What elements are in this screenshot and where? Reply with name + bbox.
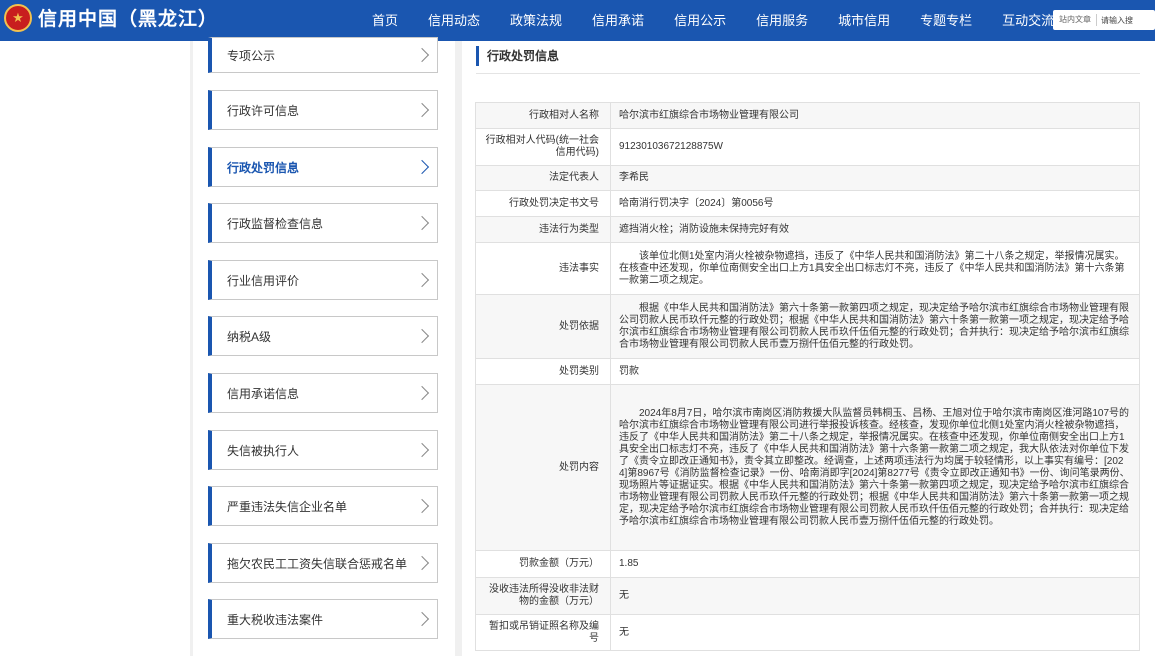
sidebar-item-label: 行政许可信息 [227, 103, 300, 118]
row-value: 该单位北侧1处室内消火栓被杂物遮挡，违反了《中华人民共和国消防法》第二十八条之规… [610, 242, 1140, 295]
row-label: 处罚依据 [475, 294, 611, 359]
search-category-select[interactable]: 站内文章 [1053, 14, 1097, 26]
table-row: 行政处罚决定书文号 哈南消行罚决字〔2024〕第0056号 [475, 190, 1140, 217]
sidebar-item-admin-inspection[interactable]: 行政监督检查信息 [208, 203, 438, 243]
search-box: 站内文章 [1053, 10, 1155, 30]
table-row: 行政相对人代码(统一社会信用代码) 91230103672128875W [475, 128, 1140, 166]
table-row: 违法行为类型 遮挡消火栓；消防设施未保持完好有效 [475, 216, 1140, 243]
nav-item-credit-disclosure[interactable]: 信用公示 [659, 0, 741, 41]
search-input[interactable] [1097, 11, 1155, 29]
sidebar-item-tax-a-level[interactable]: 纳税A级 [208, 316, 438, 356]
chevron-right-icon [414, 47, 430, 63]
main-nav: 首页 信用动态 政策法规 信用承诺 信用公示 信用服务 城市信用 专题专栏 互动… [357, 0, 1069, 41]
chevron-right-icon [414, 385, 430, 401]
row-value: 91230103672128875W [610, 128, 1140, 166]
national-emblem-icon [4, 4, 32, 32]
table-row: 暂扣或吊销证照名称及编号 无 [475, 614, 1140, 651]
row-value: 罚款 [610, 358, 1140, 385]
row-label: 暂扣或吊销证照名称及编号 [475, 614, 611, 651]
sidebar-item-label: 重大税收违法案件 [227, 612, 324, 627]
penalty-info-table: 行政相对人名称 哈尔滨市红旗综合市场物业管理有限公司 行政相对人代码(统一社会信… [475, 102, 1140, 651]
divider [476, 73, 1140, 74]
sidebar-item-dishonest-debtor[interactable]: 失信被执行人 [208, 430, 438, 470]
table-row: 罚款金额（万元） 1.85 [475, 550, 1140, 578]
chevron-right-icon [414, 272, 430, 288]
nav-item-credit-commitment[interactable]: 信用承诺 [577, 0, 659, 41]
row-label: 行政相对人代码(统一社会信用代码) [475, 128, 611, 166]
nav-item-credit-news[interactable]: 信用动态 [413, 0, 495, 41]
row-label: 罚款金额（万元） [475, 550, 611, 578]
row-value: 哈南消行罚决字〔2024〕第0056号 [610, 190, 1140, 217]
row-value: 无 [610, 614, 1140, 651]
sidebar-item-label: 行政处罚信息 [227, 160, 300, 175]
left-margin [0, 41, 190, 656]
sidebar-item-serious-violation[interactable]: 严重违法失信企业名单 [208, 486, 438, 526]
row-label: 法定代表人 [475, 165, 611, 191]
row-value: 哈尔滨市红旗综合市场物业管理有限公司 [610, 102, 1140, 129]
sidebar: 专项公示 行政许可信息 行政处罚信息 行政监督检查信息 行业信用评价 纳税A级 … [193, 37, 455, 656]
row-label: 行政处罚决定书文号 [475, 190, 611, 217]
row-value: 遮挡消火栓；消防设施未保持完好有效 [610, 216, 1140, 243]
sidebar-item-label: 拖欠农民工工资失信联合惩戒名单 [227, 556, 408, 571]
sidebar-item-label: 信用承诺信息 [227, 386, 300, 401]
table-row: 法定代表人 李希民 [475, 165, 1140, 191]
sidebar-item-label: 严重违法失信企业名单 [227, 499, 348, 514]
sidebar-item-label: 失信被执行人 [227, 443, 300, 458]
table-row: 处罚内容 2024年8月7日，哈尔滨市南岗区消防救援大队监督员韩桐玉、吕杨、王旭… [475, 384, 1140, 551]
chevron-right-icon [414, 328, 430, 344]
sidebar-item-industry-rating[interactable]: 行业信用评价 [208, 260, 438, 300]
sidebar-item-credit-commitment[interactable]: 信用承诺信息 [208, 373, 438, 413]
row-label: 违法事实 [475, 242, 611, 295]
nav-item-policies[interactable]: 政策法规 [495, 0, 577, 41]
row-value: 2024年8月7日，哈尔滨市南岗区消防救援大队监督员韩桐玉、吕杨、王旭对位于哈尔… [610, 384, 1140, 551]
table-row: 行政相对人名称 哈尔滨市红旗综合市场物业管理有限公司 [475, 102, 1140, 129]
row-label: 处罚内容 [475, 384, 611, 551]
row-label: 没收违法所得没收非法财物的金额（万元） [475, 577, 611, 615]
sidebar-item-label: 专项公示 [227, 48, 276, 63]
section-title: 行政处罚信息 [476, 46, 559, 66]
table-row: 违法事实 该单位北侧1处室内消火栓被杂物遮挡，违反了《中华人民共和国消防法》第二… [475, 242, 1140, 295]
sidebar-item-special-disclosure[interactable]: 专项公示 [208, 37, 438, 73]
sidebar-item-label: 行业信用评价 [227, 273, 300, 288]
nav-item-city-credit[interactable]: 城市信用 [823, 0, 905, 41]
table-row: 没收违法所得没收非法财物的金额（万元） 无 [475, 577, 1140, 615]
site-header: 信用中国（黑龙江） 首页 信用动态 政策法规 信用承诺 信用公示 信用服务 城市… [0, 0, 1155, 41]
chevron-right-icon [414, 498, 430, 514]
chevron-right-icon [414, 611, 430, 627]
main-content: 行政处罚信息 行政相对人名称 哈尔滨市红旗综合市场物业管理有限公司 行政相对人代… [462, 41, 1142, 656]
row-value: 无 [610, 577, 1140, 615]
nav-item-special-topics[interactable]: 专题专栏 [905, 0, 987, 41]
table-row: 处罚依据 根据《中华人民共和国消防法》第六十条第一款第四项之规定，现决定给予哈尔… [475, 294, 1140, 359]
row-label: 处罚类别 [475, 358, 611, 385]
right-margin [1142, 41, 1155, 656]
chevron-right-icon [414, 215, 430, 231]
table-row: 处罚类别 罚款 [475, 358, 1140, 385]
nav-item-credit-service[interactable]: 信用服务 [741, 0, 823, 41]
nav-item-home[interactable]: 首页 [357, 0, 413, 41]
row-value: 根据《中华人民共和国消防法》第六十条第一款第四项之规定，现决定给予哈尔滨市红旗综… [610, 294, 1140, 359]
sidebar-item-admin-penalty[interactable]: 行政处罚信息 [208, 147, 438, 187]
chevron-right-icon [414, 442, 430, 458]
sidebar-item-label: 纳税A级 [227, 329, 272, 344]
row-label: 行政相对人名称 [475, 102, 611, 129]
site-title[interactable]: 信用中国（黑龙江） [38, 6, 218, 34]
sidebar-item-wage-arrears[interactable]: 拖欠农民工工资失信联合惩戒名单 [208, 543, 438, 583]
sidebar-item-label: 行政监督检查信息 [227, 216, 324, 231]
sidebar-item-tax-violation[interactable]: 重大税收违法案件 [208, 599, 438, 639]
row-value: 李希民 [610, 165, 1140, 191]
chevron-right-icon [414, 159, 430, 175]
chevron-right-icon [414, 555, 430, 571]
row-label: 违法行为类型 [475, 216, 611, 243]
sidebar-item-admin-license[interactable]: 行政许可信息 [208, 90, 438, 130]
row-value: 1.85 [610, 550, 1140, 578]
chevron-right-icon [414, 102, 430, 118]
